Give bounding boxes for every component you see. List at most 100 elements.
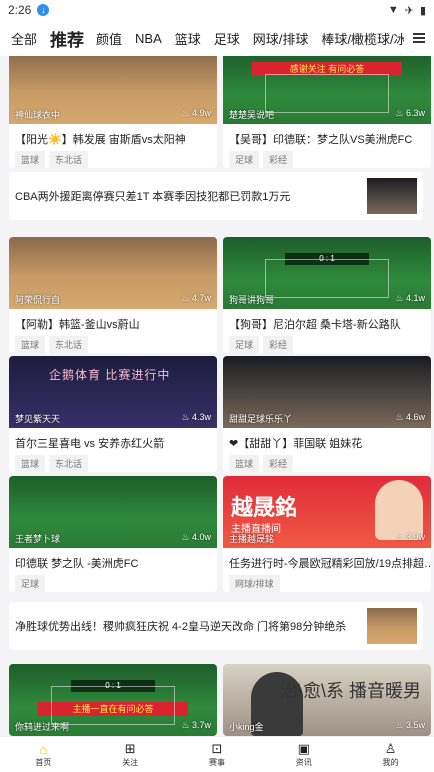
tag: 东北话	[49, 336, 89, 353]
tag: 东北话	[49, 151, 89, 168]
view-count: 4.0w	[181, 532, 211, 545]
stream-thumbnail: 0 : 1 狗哥讲狗哥 4.1w	[223, 237, 431, 309]
scoreboard: 0 : 1	[285, 253, 369, 265]
tag: 足球	[15, 575, 46, 592]
download-icon: ↓	[37, 4, 50, 16]
tab-tennis-volleyball[interactable]: 网球/排球	[253, 29, 309, 48]
tab-recommended[interactable]: 推荐	[50, 26, 84, 51]
promo-name: 越晟銘	[231, 495, 298, 520]
tag: 篮球	[15, 151, 46, 168]
tag: 篮球	[15, 455, 46, 472]
nav-label: 我的	[382, 758, 399, 767]
stream-thumbnail: 越晟銘 主播直播间 主播越晟銘3.9w	[223, 476, 431, 548]
scoreboard: 0 : 1	[71, 680, 155, 692]
news-item[interactable]: 净胜球优势出线！稷帅疯狂庆祝 4-2皇马逆天改命 门将第98分钟绝杀	[9, 602, 423, 650]
nav-news[interactable]: ▣ 资讯	[260, 737, 347, 772]
bottom-nav: ⌂ 首页 ⊞ 关注 ⊡ 赛事 ▣ 资讯 ♙ 我的	[0, 736, 434, 772]
stream-title: 首尔三星喜电 vs 安养赤红火箭	[15, 438, 165, 450]
stream-card[interactable]: 王者梦卜球 4.0w 印德联 梦之队 -美洲虎FC 足球	[9, 476, 217, 592]
overlay-text: 治\愈\系 播音暖男	[279, 681, 421, 701]
nav-matches[interactable]: ⊡ 赛事	[174, 737, 261, 772]
stream-card[interactable]: 甜甜足球乐乐丫 4.6w ❤【甜甜丫】菲国联 姐妹花 篮球彩经	[223, 356, 431, 472]
airplane-icon: ✈	[404, 4, 414, 17]
stream-card[interactable]: 越晟銘 主播直播间 主播越晟銘3.9w 任务进行时-今晨欧冠精彩回放/19点排超…	[223, 476, 431, 592]
tab-football[interactable]: 足球	[214, 29, 240, 48]
stream-card[interactable]: 阿荣侃行自 4.7w 【阿勒】韩篮-釜山vs蔚山 篮球东北话	[9, 237, 217, 353]
wifi-icon: ▼	[387, 4, 399, 16]
status-bar: 2:26 ↓ ▼ ✈ ▮	[0, 0, 434, 20]
overlay-title: 企鹅体育 比赛进行中	[49, 368, 171, 382]
nav-follow[interactable]: ⊞ 关注	[87, 737, 174, 772]
channel-name: 你鸫进过来啊	[15, 722, 70, 732]
home-icon: ⌂	[39, 741, 48, 757]
streamer-avatar	[375, 480, 423, 540]
stream-thumbnail: 阿荣侃行自 4.7w	[9, 237, 217, 309]
channel-name: 阿荣侃行自	[15, 295, 61, 305]
nav-me[interactable]: ♙ 我的	[347, 737, 434, 772]
view-count: 6.3w	[395, 108, 425, 121]
battery-icon: ▮	[419, 4, 426, 17]
tag: 篮球	[15, 336, 46, 353]
tab-nba[interactable]: NBA	[135, 31, 162, 46]
tag: 网球/排球	[229, 575, 280, 592]
view-count: 3.9w	[395, 532, 425, 545]
status-icons: ▼ ✈ ▮	[388, 4, 426, 17]
news-title: CBA两外援距离停赛只差1T 本赛季因技犯都已罚款1万元	[15, 191, 291, 203]
stream-title: 【阳光☀️】韩发展 宙斯盾vs太阳神	[15, 134, 186, 146]
tag: 篮球	[229, 455, 260, 472]
tab-basketball[interactable]: 篮球	[175, 29, 201, 48]
stream-thumbnail: 神仙球衣中 4.9w	[9, 56, 217, 124]
tag: 足球	[229, 336, 260, 353]
overlay-banner: 感谢关注 有问必答	[252, 62, 402, 76]
tag: 东北话	[49, 455, 89, 472]
stream-thumbnail: 甜甜足球乐乐丫 4.6w	[223, 356, 431, 428]
news-icon: ▣	[297, 741, 310, 756]
stream-title: 【阿勒】韩篮-釜山vs蔚山	[15, 319, 140, 331]
stream-card[interactable]: 神仙球衣中 4.9w 【阳光☀️】韩发展 宙斯盾vs太阳神 篮球东北话	[9, 56, 217, 168]
channel-name: 甜甜足球乐乐丫	[229, 414, 293, 424]
nav-label: 赛事	[208, 758, 225, 767]
plus-square-icon: ⊞	[124, 741, 136, 756]
nav-label: 关注	[122, 758, 139, 767]
stream-card[interactable]: 治\愈\系 播音暖男 小king金 3.5w	[223, 664, 431, 736]
overlay-banner: 主播一直在有问必答	[38, 702, 188, 716]
tab-all[interactable]: 全部	[11, 29, 37, 48]
stream-card[interactable]: 0 : 1 主播一直在有问必答 你鸫进过来啊 3.7w	[9, 664, 217, 736]
menu-button[interactable]	[404, 20, 434, 56]
nav-home[interactable]: ⌂ 首页	[0, 737, 87, 772]
tag: 彩经	[263, 336, 294, 353]
view-count: 3.7w	[181, 720, 211, 733]
stream-thumbnail: 企鹅体育 比赛进行中 梦见紫天天 4.3w	[9, 356, 217, 428]
stream-card[interactable]: 企鹅体育 比赛进行中 梦见紫天天 4.3w 首尔三星喜电 vs 安养赤红火箭 篮球…	[9, 356, 217, 472]
view-count: 4.6w	[395, 412, 425, 425]
stream-thumbnail: 0 : 1 主播一直在有问必答 你鸫进过来啊 3.7w	[9, 664, 217, 736]
view-count: 3.5w	[395, 720, 425, 733]
category-tabs: 全部 推荐 颜值 NBA 篮球 足球 网球/排球 棒球/橄榄球/冰球	[0, 20, 434, 56]
nav-label: 资讯	[295, 758, 312, 767]
channel-name: 小king金	[229, 722, 264, 732]
news-item[interactable]: CBA两外援距离停赛只差1T 本赛季因技犯都已罚款1万元	[9, 172, 423, 220]
view-count: 4.9w	[181, 108, 211, 121]
news-thumbnail	[367, 178, 417, 214]
stream-thumbnail: 王者梦卜球 4.0w	[9, 476, 217, 548]
feed[interactable]: 神仙球衣中4.9w 【阳光☀️】韩发展 宙斯盾vs太阳神 篮球东北话 感谢关注 …	[0, 56, 434, 736]
stream-card[interactable]: 感谢关注 有问必答 楚楚吴说吧 6.3w 【吴哥】印德联：梦之队VS美洲虎FC 足…	[223, 56, 431, 168]
tag: 彩经	[263, 455, 294, 472]
stream-title: 印德联 梦之队 -美洲虎FC	[15, 558, 139, 570]
stream-title: 【狗哥】尼泊尔超 桑卡塔-新公路队	[229, 319, 401, 331]
view-count: 4.1w	[395, 293, 425, 306]
stream-title: 任务进行时-今晨欧冠精彩回放/19点排超…	[229, 558, 431, 570]
news-title: 净胜球优势出线！稷帅疯狂庆祝 4-2皇马逆天改命 门将第98分钟绝杀	[15, 621, 347, 633]
tab-beauty[interactable]: 颜值	[96, 29, 122, 48]
channel-name: 狗哥讲狗哥	[229, 295, 275, 305]
stream-thumbnail: 感谢关注 有问必答 楚楚吴说吧 6.3w	[223, 56, 431, 124]
channel-name: 神仙球衣中	[15, 110, 61, 120]
tag: 足球	[229, 151, 260, 168]
user-icon: ♙	[384, 741, 397, 756]
stream-title: ❤【甜甜丫】菲国联 姐妹花	[229, 438, 363, 450]
channel-name: 楚楚吴说吧	[229, 110, 275, 120]
channel-name: 王者梦卜球	[15, 534, 61, 544]
channel-name: 梦见紫天天	[15, 414, 61, 424]
news-thumbnail	[367, 608, 417, 644]
stream-card[interactable]: 0 : 1 狗哥讲狗哥 4.1w 【狗哥】尼泊尔超 桑卡塔-新公路队 足球彩经	[223, 237, 431, 353]
